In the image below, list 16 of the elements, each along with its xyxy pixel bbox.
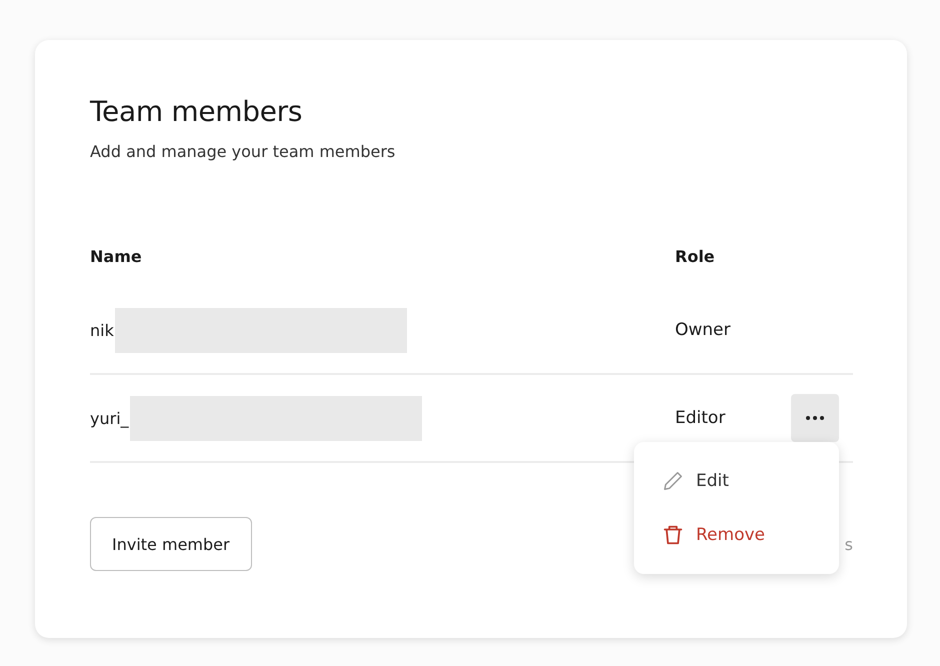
invite-member-button[interactable]: Invite member — [90, 517, 252, 571]
more-options-button[interactable] — [791, 394, 839, 442]
trash-icon — [662, 524, 684, 546]
menu-item[interactable]: Edit — [634, 454, 757, 508]
member-role: Owner — [675, 320, 731, 340]
footer-note: s — [844, 534, 853, 554]
member-name: nik — [90, 320, 114, 340]
ellipsis-icon — [805, 415, 825, 421]
member-role: Editor — [675, 408, 726, 428]
menu-item[interactable]: Remove — [634, 508, 793, 562]
column-header: Name — [90, 247, 142, 266]
pencil-icon — [662, 470, 684, 492]
column-header: Role — [675, 247, 715, 266]
member-name: yuri_ — [90, 408, 129, 428]
page-subtitle: Add and manage your team members — [90, 142, 396, 161]
page-title: Team members — [90, 95, 304, 128]
